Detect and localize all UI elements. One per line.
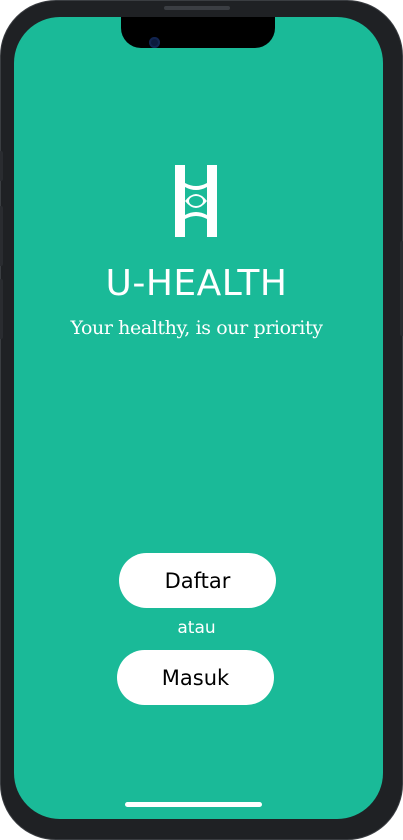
- speaker-grille: [164, 6, 230, 10]
- home-indicator[interactable]: [125, 802, 262, 807]
- separator-text: atau: [177, 618, 216, 638]
- h-eye-logo-icon: [175, 165, 217, 237]
- notch: [121, 17, 275, 48]
- app-tagline: Your healthy, is our priority: [70, 317, 323, 339]
- app-title: U-HEALTH: [105, 263, 288, 304]
- volume-up-button: [0, 206, 3, 266]
- phone-frame: U-HEALTH Your healthy, is our priority D…: [0, 0, 403, 840]
- mute-switch: [0, 151, 3, 181]
- app-screen: U-HEALTH Your healthy, is our priority D…: [14, 17, 383, 819]
- front-camera-icon: [149, 37, 160, 48]
- volume-down-button: [0, 279, 3, 339]
- register-button[interactable]: Daftar: [119, 553, 276, 608]
- login-button[interactable]: Masuk: [117, 650, 274, 705]
